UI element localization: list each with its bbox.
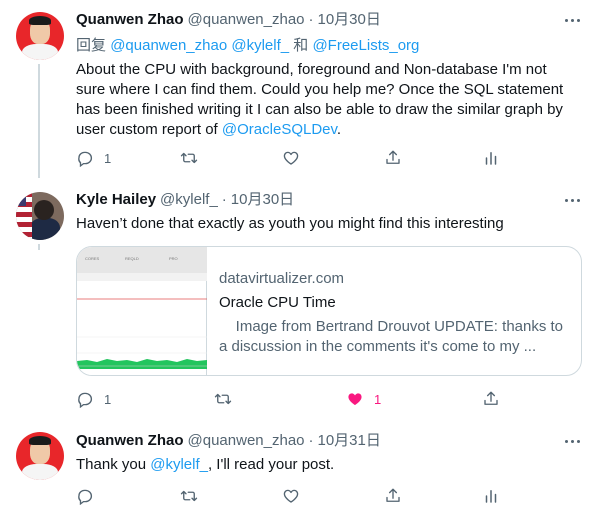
thumb-column-label: PRO bbox=[169, 256, 178, 261]
thumb-column-label: REQLD bbox=[125, 256, 139, 261]
separator: · bbox=[308, 432, 314, 449]
like-icon bbox=[283, 151, 299, 165]
retweet-button[interactable] bbox=[180, 148, 198, 168]
share-button[interactable] bbox=[384, 486, 402, 506]
tweet-text: Haven’t done that exactly as youth you m… bbox=[76, 215, 504, 232]
card-title: Oracle CPU Time bbox=[219, 294, 336, 311]
retweet-button[interactable] bbox=[214, 389, 232, 409]
avatar[interactable] bbox=[16, 12, 64, 60]
like-button[interactable] bbox=[282, 148, 300, 168]
card-domain: datavirtualizer.com bbox=[219, 270, 345, 287]
analytics-icon bbox=[485, 490, 497, 503]
tweet-actions: 1 bbox=[76, 148, 506, 168]
tweet-header: Quanwen Zhao @quanwen_zhao · 10月31日 bbox=[76, 431, 582, 451]
share-icon bbox=[386, 150, 400, 164]
more-icon[interactable] bbox=[562, 10, 582, 30]
reply-button[interactable] bbox=[76, 486, 94, 506]
card-thumbnail: CORES REQLD PRO bbox=[77, 247, 207, 375]
tweet-text-line: About the CPU with background, foregroun… bbox=[76, 61, 547, 78]
like-button[interactable]: 1 bbox=[346, 389, 381, 409]
mention-link[interactable]: @kylelf_ bbox=[231, 37, 289, 54]
separator: · bbox=[221, 191, 227, 208]
tweet-text-fragment: , I'll read your post. bbox=[207, 456, 335, 473]
retweet-icon bbox=[214, 393, 232, 405]
avatar[interactable] bbox=[16, 192, 64, 240]
reply-and: 和 bbox=[293, 37, 309, 54]
card-body: datavirtualizer.com Oracle CPU Time Imag… bbox=[219, 269, 569, 357]
link-card[interactable]: CORES REQLD PRO datavirtualizer.com Orac… bbox=[76, 246, 582, 376]
timestamp[interactable]: 10月30日 bbox=[318, 10, 381, 30]
reply-button[interactable]: 1 bbox=[76, 389, 111, 409]
analytics-icon bbox=[485, 152, 497, 165]
card-description: Image from Bertrand Drouvot UPDATE: than… bbox=[219, 317, 569, 357]
reply-icon bbox=[78, 489, 93, 505]
author-name[interactable]: Kyle Hailey bbox=[76, 190, 156, 210]
tweet[interactable]: Quanwen Zhao @quanwen_zhao · 10月30日 回复 @… bbox=[0, 0, 598, 180]
tweet-text-line: user custom report of @OracleSQLDev. bbox=[76, 120, 582, 140]
tweet-text: About the CPU with background, foregroun… bbox=[76, 60, 582, 140]
like-button[interactable] bbox=[282, 486, 300, 506]
reply-icon bbox=[78, 151, 93, 167]
reply-count: 1 bbox=[104, 150, 112, 166]
retweet-icon bbox=[180, 152, 198, 164]
reply-button[interactable]: 1 bbox=[76, 148, 111, 168]
thread-line bbox=[38, 244, 40, 250]
like-icon bbox=[348, 393, 362, 405]
mention-link[interactable]: @FreeLists_org bbox=[312, 37, 419, 54]
tweet-text-fragment: . bbox=[336, 121, 342, 138]
share-icon bbox=[484, 391, 498, 405]
reply-count: 1 bbox=[104, 391, 112, 407]
thread-line bbox=[38, 64, 40, 178]
more-icon[interactable] bbox=[562, 431, 582, 451]
author-name[interactable]: Quanwen Zhao bbox=[76, 431, 184, 451]
tweet-actions: 1 1 bbox=[76, 389, 506, 409]
tweet-text-line: sure where I can find them. Could you he… bbox=[76, 81, 564, 98]
mention-link[interactable]: @quanwen_zhao bbox=[110, 37, 227, 54]
share-button[interactable] bbox=[482, 389, 500, 409]
tweet-header: Kyle Hailey @kylelf_ · 10月30日 bbox=[76, 190, 582, 210]
tweet-actions bbox=[76, 486, 506, 506]
like-icon bbox=[283, 489, 299, 503]
timestamp[interactable]: 10月30日 bbox=[231, 190, 294, 210]
tweet-text: Thank you @kylelf_, I'll read your post. bbox=[76, 455, 582, 475]
tweet-text-line: has been finished writing it I can also … bbox=[76, 101, 563, 118]
author-handle[interactable]: @quanwen_zhao bbox=[188, 10, 305, 30]
thumb-column-label: CORES bbox=[85, 256, 100, 261]
mention-link[interactable]: @OracleSQLDev bbox=[222, 121, 337, 138]
thumb-chart bbox=[77, 298, 207, 369]
separator: · bbox=[308, 11, 314, 28]
analytics-button[interactable] bbox=[482, 148, 500, 168]
tweet[interactable]: Kyle Hailey @kylelf_ · 10月30日 Haven’t do… bbox=[0, 180, 598, 420]
share-button[interactable] bbox=[384, 148, 402, 168]
timestamp[interactable]: 10月31日 bbox=[318, 431, 381, 451]
author-handle[interactable]: @quanwen_zhao bbox=[188, 431, 305, 451]
tweet-header: Quanwen Zhao @quanwen_zhao · 10月30日 bbox=[76, 10, 582, 30]
author-name[interactable]: Quanwen Zhao bbox=[76, 10, 184, 30]
tweet-text-fragment: user custom report of bbox=[76, 121, 218, 138]
like-count: 1 bbox=[374, 391, 382, 407]
tweet-text-fragment: Thank you bbox=[76, 456, 147, 473]
retweet-button[interactable] bbox=[180, 486, 198, 506]
card-description-line: a discussion in the comments it's come t… bbox=[219, 338, 537, 355]
mention-link[interactable]: @kylelf_ bbox=[150, 456, 208, 473]
analytics-button[interactable] bbox=[482, 486, 500, 506]
thumb-header: CORES REQLD PRO bbox=[77, 247, 207, 273]
retweet-icon bbox=[180, 490, 198, 502]
share-icon bbox=[386, 488, 400, 502]
reply-prefix: 回复 bbox=[76, 37, 107, 54]
reply-icon bbox=[78, 392, 93, 408]
author-handle[interactable]: @kylelf_ bbox=[160, 190, 218, 210]
more-icon[interactable] bbox=[562, 190, 582, 210]
card-description-line: Image from Bertrand Drouvot UPDATE: than… bbox=[219, 318, 564, 335]
avatar[interactable] bbox=[16, 432, 64, 480]
reply-context: 回复 @quanwen_zhao @kylelf_ 和 @FreeLists_o… bbox=[76, 36, 582, 56]
tweet[interactable]: Quanwen Zhao @quanwen_zhao · 10月31日 Than… bbox=[0, 420, 598, 513]
